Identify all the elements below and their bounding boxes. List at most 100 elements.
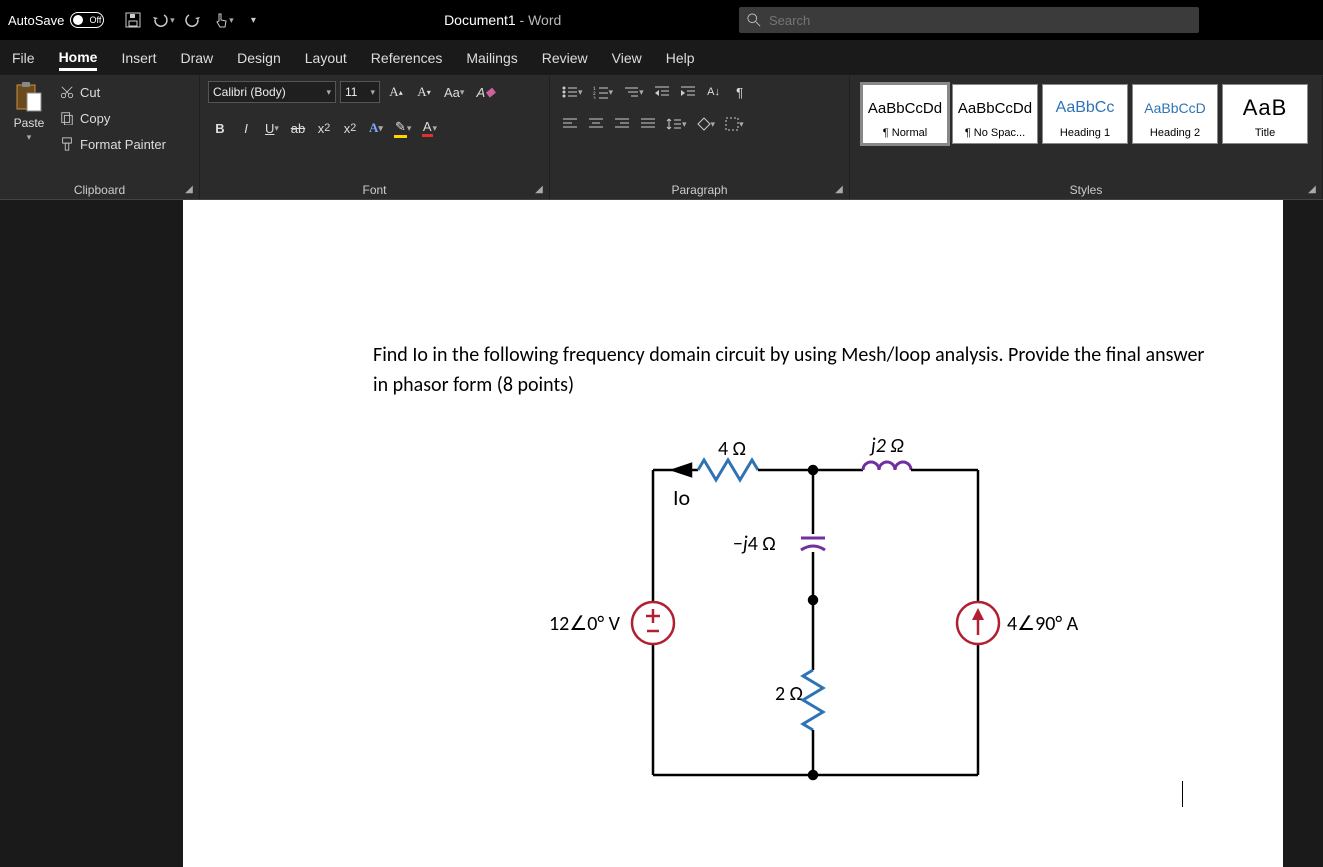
- tab-insert[interactable]: Insert: [121, 46, 156, 70]
- styles-dialog-launcher[interactable]: ◢: [1306, 183, 1318, 195]
- group-font: Calibri (Body)▾ 11▾ A▴ A▾ Aa▾ A◆ B I U ▾…: [200, 76, 550, 199]
- circuit-diagram: 4 Ω j2 Ω Io −j4 Ω 12∠0° V 4∠90° A 2 Ω: [523, 430, 1223, 819]
- align-left-button[interactable]: [558, 112, 582, 136]
- font-size-select[interactable]: 11▾: [340, 81, 380, 103]
- problem-text: Find Io in the following frequency domai…: [373, 340, 1223, 400]
- search-icon: [747, 13, 761, 27]
- multilevel-icon: [623, 85, 639, 99]
- paste-label: Paste: [14, 116, 45, 130]
- touch-mode-button[interactable]: ▾: [210, 7, 236, 33]
- paste-button[interactable]: Paste ▾: [8, 80, 50, 143]
- grow-font-button[interactable]: A▴: [384, 80, 408, 104]
- align-center-button[interactable]: [584, 112, 608, 136]
- group-label-styles: Styles: [858, 181, 1314, 197]
- group-label-paragraph: Paragraph: [558, 181, 841, 197]
- label-io: Io: [673, 484, 690, 511]
- tab-view[interactable]: View: [612, 46, 642, 70]
- style-no-spacing[interactable]: AaBbCcDd ¶ No Spac...: [952, 84, 1038, 144]
- copy-button[interactable]: Copy: [54, 106, 172, 130]
- underline-button[interactable]: U ▾: [260, 116, 284, 140]
- tab-layout[interactable]: Layout: [305, 46, 347, 70]
- change-case-button[interactable]: Aa▾: [440, 80, 468, 104]
- justify-button[interactable]: [636, 112, 660, 136]
- numbering-button[interactable]: 123▾: [589, 80, 618, 104]
- group-label-clipboard: Clipboard: [8, 181, 191, 197]
- clipboard-dialog-launcher[interactable]: ◢: [183, 183, 195, 195]
- tab-design[interactable]: Design: [237, 46, 281, 70]
- document-page[interactable]: Find Io in the following frequency domai…: [183, 200, 1283, 867]
- autosave-toggle[interactable]: AutoSave Off: [8, 12, 104, 28]
- italic-button[interactable]: I: [234, 116, 258, 140]
- ribbon-tabs: File Home Insert Draw Design Layout Refe…: [0, 40, 1323, 76]
- decrease-indent-button[interactable]: [650, 80, 674, 104]
- label-r-mid: 2 Ω: [775, 682, 803, 706]
- left-gutter: [0, 200, 183, 867]
- superscript-button[interactable]: x2: [338, 116, 362, 140]
- tab-review[interactable]: Review: [542, 46, 588, 70]
- group-label-font: Font: [208, 181, 541, 197]
- label-r-top: 4 Ω: [718, 437, 746, 461]
- font-color-button[interactable]: A ▾: [417, 116, 441, 140]
- redo-button[interactable]: [180, 7, 206, 33]
- label-i-src: 4∠90° A: [1007, 612, 1079, 636]
- brush-icon: [60, 137, 74, 151]
- svg-text:3: 3: [593, 96, 596, 99]
- search-input[interactable]: [769, 13, 1191, 28]
- tab-draw[interactable]: Draw: [180, 46, 213, 70]
- shading-button[interactable]: ▾: [693, 112, 720, 136]
- clear-formatting-button[interactable]: A◆: [472, 80, 499, 104]
- quick-access-toolbar: ▾ ▾ ▾: [120, 7, 266, 33]
- label-c-mid: −j4 Ω: [733, 532, 776, 556]
- numbering-icon: 123: [593, 85, 609, 99]
- line-spacing-button[interactable]: ▾: [662, 112, 691, 136]
- style-heading-1[interactable]: AaBbCc Heading 1: [1042, 84, 1128, 144]
- tab-mailings[interactable]: Mailings: [466, 46, 517, 70]
- tab-file[interactable]: File: [12, 46, 35, 70]
- format-painter-button[interactable]: Format Painter: [54, 132, 172, 156]
- style-normal[interactable]: AaBbCcDd ¶ Normal: [862, 84, 948, 144]
- cut-button[interactable]: Cut: [54, 80, 172, 104]
- copy-icon: [60, 111, 74, 125]
- group-clipboard: Paste ▾ Cut Copy Format Painter Clipboar…: [0, 76, 200, 199]
- bullets-icon: [562, 85, 578, 99]
- text-effects-button[interactable]: A ▾: [364, 116, 388, 140]
- search-box[interactable]: [739, 7, 1199, 33]
- save-icon[interactable]: [120, 7, 146, 33]
- group-styles: AaBbCcDd ¶ Normal AaBbCcDd ¶ No Spac... …: [850, 76, 1323, 199]
- subscript-button[interactable]: x2: [312, 116, 336, 140]
- toggle-off-icon[interactable]: Off: [70, 12, 104, 28]
- title-bar: AutoSave Off ▾ ▾ ▾ Document1 - Word: [0, 0, 1323, 40]
- borders-button[interactable]: ▾: [721, 112, 748, 136]
- bold-button[interactable]: B: [208, 116, 232, 140]
- scissors-icon: [60, 85, 74, 99]
- align-right-button[interactable]: [610, 112, 634, 136]
- style-title[interactable]: AaB Title: [1222, 84, 1308, 144]
- bullets-button[interactable]: ▾: [558, 80, 587, 104]
- show-marks-button[interactable]: ¶: [728, 80, 752, 104]
- strikethrough-button[interactable]: ab: [286, 116, 310, 140]
- label-l-top: j2 Ω: [869, 434, 904, 458]
- style-heading-2[interactable]: AaBbCcD Heading 2: [1132, 84, 1218, 144]
- document-area: Find Io in the following frequency domai…: [0, 200, 1323, 867]
- ribbon: Paste ▾ Cut Copy Format Painter Clipboar…: [0, 76, 1323, 200]
- paragraph-dialog-launcher[interactable]: ◢: [833, 183, 845, 195]
- tab-help[interactable]: Help: [666, 46, 695, 70]
- tab-home[interactable]: Home: [59, 45, 98, 71]
- paste-icon: [14, 80, 44, 114]
- text-cursor: [1182, 781, 1183, 807]
- group-paragraph: ▾ 123▾ ▾ A↓ ¶ ▾ ▾ ▾ Paragraph ◢: [550, 76, 850, 199]
- style-gallery[interactable]: AaBbCcDd ¶ Normal AaBbCcDd ¶ No Spac... …: [858, 80, 1312, 148]
- autosave-label: AutoSave: [8, 13, 64, 28]
- font-dialog-launcher[interactable]: ◢: [533, 183, 545, 195]
- window-title: Document1 - Word: [272, 12, 733, 28]
- highlight-button[interactable]: ✎ ▾: [390, 116, 415, 140]
- sort-button[interactable]: A↓: [702, 80, 726, 104]
- undo-button[interactable]: ▾: [150, 7, 176, 33]
- increase-indent-button[interactable]: [676, 80, 700, 104]
- shrink-font-button[interactable]: A▾: [412, 80, 436, 104]
- label-v-src: 12∠0° V: [549, 612, 621, 636]
- multilevel-list-button[interactable]: ▾: [619, 80, 648, 104]
- qat-more-icon[interactable]: ▾: [240, 7, 266, 33]
- tab-references[interactable]: References: [371, 46, 443, 70]
- font-name-select[interactable]: Calibri (Body)▾: [208, 81, 336, 103]
